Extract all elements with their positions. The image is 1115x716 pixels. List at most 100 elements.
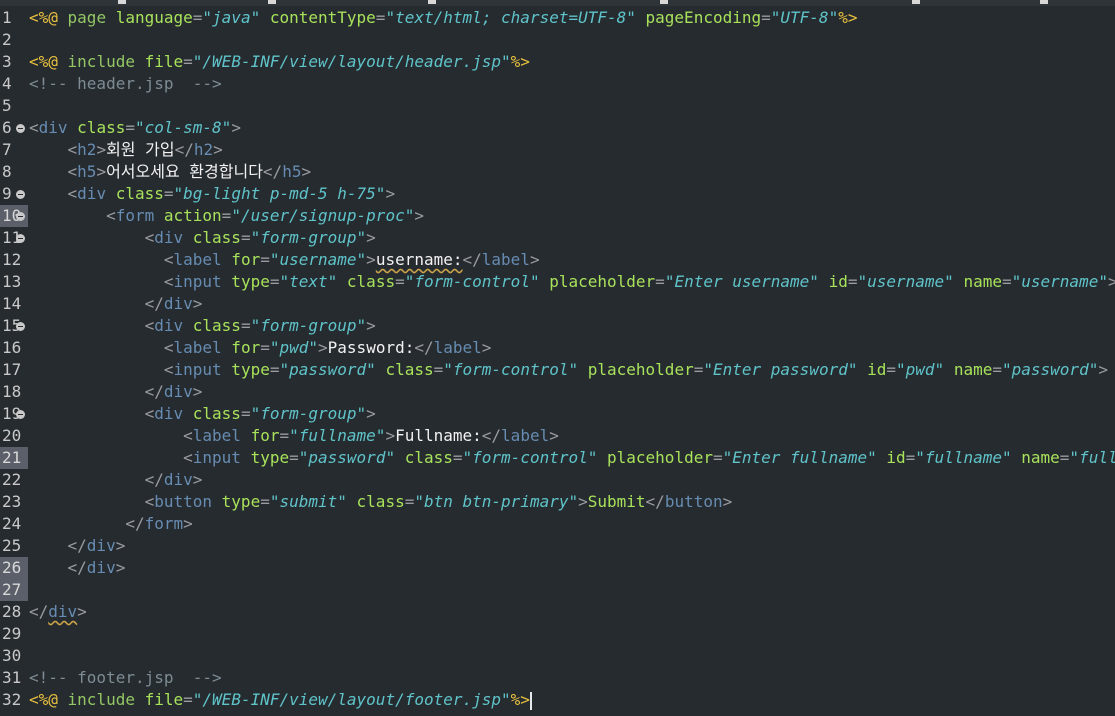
line-number: 20 [2, 426, 22, 445]
code-line[interactable]: </div> [29, 469, 203, 491]
code-line[interactable]: <%@ include file="/WEB-INF/view/layout/h… [29, 51, 530, 73]
code-line[interactable]: </div> [29, 535, 126, 557]
code-token: button [154, 492, 213, 511]
code-token: for [221, 338, 261, 357]
code-token: < [67, 184, 78, 203]
code-token: = [279, 426, 290, 445]
code-line[interactable]: </div> [29, 293, 203, 315]
line-number: 8 [2, 162, 12, 181]
code-token: = [163, 184, 174, 203]
code-token: "text/html; charset=UTF-8" [385, 8, 636, 27]
code-token: h2 [193, 140, 214, 159]
code-token: div [163, 294, 193, 313]
code-line[interactable]: <div class="bg-light p-md-5 h-75"> [29, 183, 396, 205]
code-token: = [452, 448, 463, 467]
code-token: > [183, 514, 193, 533]
code-line[interactable]: <div class="form-group"> [29, 403, 376, 425]
code-line[interactable]: <h2>회원 가입</h2> [29, 139, 223, 161]
code-token: < [144, 316, 155, 335]
code-token: > [192, 294, 203, 313]
code-token: > [96, 140, 107, 159]
fold-toggle-icon[interactable] [16, 124, 25, 133]
fold-toggle-icon[interactable] [16, 212, 25, 221]
code-line[interactable]: </form> [29, 513, 193, 535]
code-token: "password" [1002, 360, 1099, 379]
code-line[interactable]: <div class="col-sm-8"> [29, 117, 241, 139]
code-token: div [77, 184, 107, 203]
code-token: "Enter password" [703, 360, 858, 379]
code-line[interactable]: </div> [29, 557, 126, 579]
editor-tab-strip[interactable] [0, 0, 1115, 6]
code-token: > [77, 602, 87, 621]
code-line[interactable]: <!-- header.jsp --> [29, 73, 222, 95]
code-token: "password" [279, 360, 376, 379]
code-token: "form-group" [250, 404, 367, 423]
code-token: </ [174, 140, 194, 159]
code-line[interactable]: <form action="/user/signup-proc"> [29, 205, 424, 227]
code-token: class [395, 448, 453, 467]
code-token: < [183, 448, 193, 467]
code-token: contentType [260, 8, 376, 27]
code-token: > [96, 162, 107, 181]
code-line[interactable]: <input type="password" class="form-contr… [29, 447, 1115, 469]
code-line[interactable]: <input type="password" class="form-contr… [29, 359, 1108, 381]
code-token: div [154, 404, 184, 423]
code-token: div [38, 118, 68, 137]
code-token: = [761, 8, 771, 27]
code-line[interactable]: <div class="form-group"> [29, 315, 376, 337]
line-number: 23 [2, 492, 22, 511]
code-token: = [260, 492, 270, 511]
line-number: 4 [2, 74, 12, 93]
code-line[interactable]: <h5>어서오세요 환경합니다</h5> [29, 161, 312, 183]
fold-toggle-icon[interactable] [16, 410, 25, 419]
code-token: > [529, 250, 540, 269]
code-token: div [154, 316, 184, 335]
code-token: </ [67, 536, 87, 555]
code-line[interactable]: <label for="fullname">Fullname:</label> [29, 425, 559, 447]
code-line[interactable]: <label for="username">username:</label> [29, 249, 540, 271]
code-token: "password" [298, 448, 396, 467]
code-line[interactable]: <div class="form-group"> [29, 227, 376, 249]
code-token: "text" [279, 272, 338, 291]
code-token: %> [838, 8, 858, 27]
line-number: 27 [0, 579, 28, 601]
code-token: 회원 가입 [106, 140, 175, 159]
code-token: = [1059, 448, 1070, 467]
code-token: > [578, 492, 588, 511]
code-token: for [221, 250, 261, 269]
code-line[interactable]: <!-- footer.jsp --> [29, 667, 222, 689]
code-token: label [173, 250, 222, 269]
code-line[interactable]: <%@ include file="/WEB-INF/view/layout/f… [29, 689, 532, 711]
code-token: placeholder [578, 360, 694, 379]
code-token: < [67, 162, 78, 181]
fold-toggle-icon[interactable] [16, 234, 25, 243]
code-token: div [163, 382, 193, 401]
code-editor[interactable]: 1 2 3 4 5 6 7 8 9 10 11 12 13 14 15 16 17 18 19 20 21 22 23 24 2… [0, 0, 1115, 716]
code-token: "username" [269, 250, 367, 269]
code-token: placeholder [597, 448, 713, 467]
fold-toggle-icon[interactable] [16, 322, 25, 331]
code-line[interactable]: </div> [29, 601, 87, 623]
code-token: div [163, 470, 193, 489]
fold-toggle-icon[interactable] [16, 190, 25, 199]
code-token: < [163, 338, 174, 357]
code-line[interactable]: <%@ page language="java" contentType="te… [29, 7, 857, 29]
code-line[interactable]: <input type="text" class="form-control" … [29, 271, 1115, 293]
code-line[interactable]: <label for="pwd">Password:</label> [29, 337, 492, 359]
code-token: "fullname" [1069, 448, 1115, 467]
code-token: > [231, 118, 241, 137]
code-token: type [221, 360, 270, 379]
code-line[interactable]: <button type="submit" class="btn btn-pri… [29, 491, 733, 513]
code-token: id [857, 360, 887, 379]
code-token: class [337, 272, 396, 291]
code-token: = [289, 448, 299, 467]
code-token: = [260, 338, 270, 357]
code-token: </ [67, 558, 87, 577]
code-line[interactable]: </div> [29, 381, 203, 403]
